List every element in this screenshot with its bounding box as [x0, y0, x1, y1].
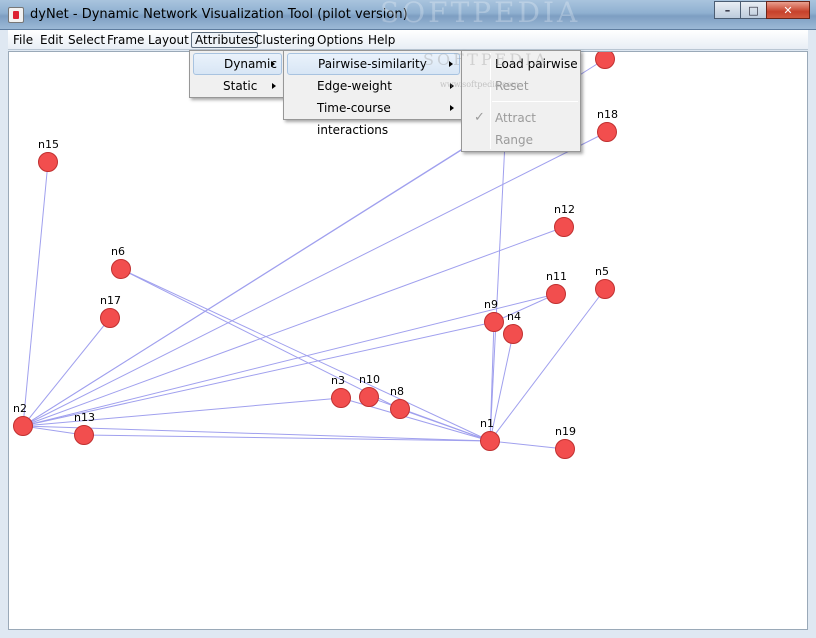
menu-item-range: Range — [465, 129, 578, 151]
graph-node-n2[interactable] — [13, 416, 33, 436]
menu-item-static[interactable]: Static — [193, 75, 282, 97]
menu-item-edge-weight-label: Edge-weight — [317, 79, 392, 93]
edge-n1-n19 — [489, 440, 566, 450]
graph-node-n17[interactable] — [100, 308, 120, 328]
graph-node-label-n2: n2 — [13, 402, 27, 415]
maximize-icon[interactable]: □ — [740, 1, 767, 19]
menu-item-pairwise-label: Pairwise-similarity — [318, 57, 427, 71]
graph-node-n5[interactable] — [595, 279, 615, 299]
title-bar: dyNet - Dynamic Network Visualization To… — [0, 0, 816, 30]
caption-buttons: – □ ✕ — [714, 1, 810, 19]
watermark-url: www.softpedia.com — [440, 80, 519, 89]
checkmark-icon: ✓ — [474, 110, 485, 125]
menu-item-time-course-label: Time-course interactions — [317, 101, 391, 137]
graph-node-label-n5: n5 — [595, 265, 609, 278]
graph-node-n19[interactable] — [555, 439, 575, 459]
graph-node-label-n6: n6 — [111, 245, 125, 258]
edge-n8-n1 — [399, 408, 491, 442]
graph-node-label-n8: n8 — [390, 385, 404, 398]
menu-select[interactable]: Select — [65, 32, 108, 48]
graph-node-label-n11: n11 — [546, 270, 567, 283]
graph-node-partial[interactable] — [595, 52, 615, 69]
graph-node-n4[interactable] — [503, 324, 523, 344]
graph-node-n10[interactable] — [359, 387, 379, 407]
window-title: dyNet - Dynamic Network Visualization To… — [30, 7, 408, 22]
graph-node-label-n15: n15 — [38, 138, 59, 151]
graph-node-label-n3: n3 — [331, 374, 345, 387]
menu-help[interactable]: Help — [365, 32, 398, 48]
graph-node-n1[interactable] — [480, 431, 500, 451]
submenu-arrow-icon — [450, 105, 454, 111]
menu-item-static-label: Static — [223, 79, 258, 93]
graph-node-n18[interactable] — [597, 122, 617, 142]
edge-n2-n18 — [22, 131, 608, 427]
attributes-menu: Dynamic Static — [189, 50, 285, 98]
menu-attributes[interactable]: Attributes — [191, 32, 259, 48]
graph-node-n6[interactable] — [111, 259, 131, 279]
graph-node-n8[interactable] — [390, 399, 410, 419]
java-app-icon — [8, 7, 24, 23]
watermark-text: SOFTPEDIA — [380, 0, 581, 29]
submenu-arrow-icon — [271, 61, 275, 67]
menu-item-range-label: Range — [495, 133, 534, 147]
menu-separator — [492, 101, 578, 102]
menu-frame[interactable]: Frame — [104, 32, 147, 48]
graph-node-label-n4: n4 — [507, 310, 521, 323]
edge-n9-n11 — [493, 293, 557, 323]
graph-node-n9[interactable] — [484, 312, 504, 332]
graph-node-label-n18: n18 — [597, 108, 618, 121]
menu-options[interactable]: Options — [314, 32, 366, 48]
submenu-arrow-icon — [272, 83, 276, 89]
graph-node-n11[interactable] — [546, 284, 566, 304]
menu-file[interactable]: File — [10, 32, 36, 48]
edge-n2-n15 — [22, 161, 49, 427]
menu-edit[interactable]: Edit — [37, 32, 66, 48]
menu-clustering[interactable]: Clustering — [251, 32, 318, 48]
menu-item-time-course[interactable]: Time-course interactions — [287, 97, 460, 137]
menu-item-dynamic-label: Dynamic — [224, 57, 277, 71]
minimize-icon[interactable]: – — [714, 1, 741, 19]
menu-bar: File Edit Select Frame Layout Attributes… — [8, 30, 808, 50]
edge-n13-n1 — [83, 434, 491, 442]
graph-node-label-n1: n1 — [480, 417, 494, 430]
graph-node-n15[interactable] — [38, 152, 58, 172]
graph-node-label-n17: n17 — [100, 294, 121, 307]
menu-item-dynamic[interactable]: Dynamic — [193, 53, 282, 75]
menu-item-edge-weight[interactable]: Edge-weight — [287, 75, 460, 97]
graph-node-label-n9: n9 — [484, 298, 498, 311]
edge-n6-n1 — [120, 268, 491, 442]
edge-n6-n8 — [120, 268, 401, 410]
graph-node-label-n19: n19 — [555, 425, 576, 438]
watermark-small: SOFTPEDIA — [423, 50, 549, 69]
graph-node-n13[interactable] — [74, 425, 94, 445]
graph-node-label-n10: n10 — [359, 373, 380, 386]
menu-item-attract: ✓ Attract — [465, 107, 578, 129]
graph-node-n3[interactable] — [331, 388, 351, 408]
graph-node-label-n13: n13 — [74, 411, 95, 424]
edge-n2-n12 — [22, 226, 565, 427]
edge-n1-nhub — [489, 121, 507, 442]
graph-node-n12[interactable] — [554, 217, 574, 237]
menu-layout[interactable]: Layout — [145, 32, 192, 48]
close-icon[interactable]: ✕ — [766, 1, 810, 19]
menu-item-attract-label: Attract — [495, 111, 536, 125]
graph-node-label-n12: n12 — [554, 203, 575, 216]
